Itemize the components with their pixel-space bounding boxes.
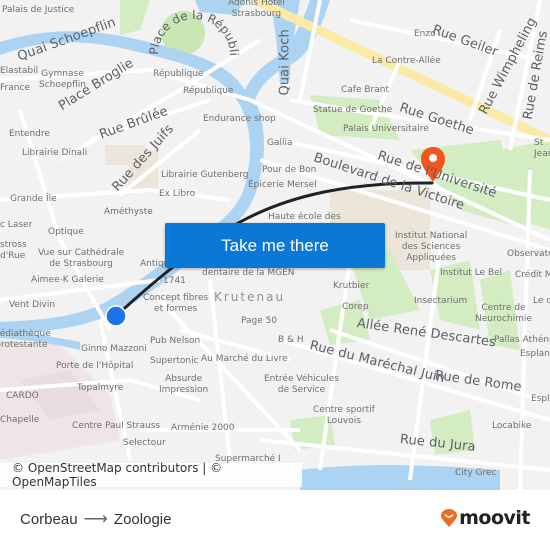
poi-label: Aimee-K Galerie — [31, 275, 104, 285]
poi-label: Gallia — [267, 138, 293, 148]
take-me-there-button[interactable]: Take me there — [165, 223, 385, 268]
poi-label: Chapelle — [0, 415, 40, 425]
poi-label: Entendre — [9, 129, 50, 139]
poi-label: Institut Le Bel — [440, 268, 503, 278]
poi-label: Centre de Neurochimie — [475, 303, 532, 324]
poi-label: Vent Divin — [9, 300, 56, 310]
poi-label: 1741 — [163, 276, 186, 286]
poi-label: c Laser — [0, 220, 33, 230]
arrow-right-icon: ⟶ — [83, 509, 108, 528]
poi-label: Corep — [342, 302, 369, 312]
poi-label: Pallas Athéné — [494, 335, 550, 345]
poi-label: Enzo — [414, 29, 436, 39]
poi-label: Améthyste — [104, 207, 153, 217]
poi-label: dentaire de la MGEN — [202, 268, 295, 278]
poi-label: B & H — [278, 335, 304, 345]
poi-label: République — [153, 69, 204, 79]
poi-label: Elastabil — [0, 66, 39, 76]
poi-label: CARDO — [6, 391, 39, 401]
poi-label: Librairie Gutenberg — [161, 170, 249, 180]
poi-label: Espla — [531, 394, 550, 404]
origin-marker — [105, 305, 127, 327]
poi-label: République — [183, 86, 234, 96]
poi-label: Haute école des — [268, 212, 341, 222]
poi-label: Krutbier — [333, 281, 370, 291]
poi-label: Centre Paul Strauss — [72, 421, 161, 431]
poi-label: Supertonic — [150, 356, 199, 366]
poi-label: stross d'Rue — [0, 240, 27, 261]
poi-label: Esplana — [520, 349, 550, 359]
poi-label: Concept fibres et formes — [143, 293, 209, 314]
poi-label: Épicerie Mersel — [248, 180, 317, 190]
poi-label: Entrée Véhicules de Service — [264, 374, 339, 395]
moovit-logo[interactable]: moovit — [441, 507, 530, 529]
poi-label: Institut National des Sciences Appliquée… — [395, 231, 468, 263]
poi-label: City Grec — [455, 468, 497, 478]
poi-label: France — [0, 83, 30, 93]
poi-label: Pub Nelson — [150, 336, 201, 346]
poi-label: Locabike — [492, 421, 532, 431]
poi-label: Porte de l'Hôpital — [56, 361, 134, 371]
street-label-place-de-la-republique: Place de la République — [140, 0, 241, 56]
map-canvas[interactable]: Quai Schoepflin Place Broglie Rue Brûlée… — [0, 0, 550, 490]
poi-label: Ginno Mazzoni — [81, 344, 147, 354]
route-summary: Corbeau ⟶ Zoologie — [20, 509, 171, 529]
poi-label: Crédit M — [515, 270, 550, 280]
poi-label: Insectarium — [414, 296, 468, 306]
poi-label: La Contre-Allée — [372, 56, 441, 66]
street-label-quai-koch: Quai Koch — [277, 29, 293, 96]
poi-label: Arménie 2000 — [171, 423, 235, 433]
poi-label: Grande Île — [10, 194, 57, 204]
map-attribution[interactable]: © OpenStreetMap contributors | © OpenMap… — [0, 461, 302, 489]
poi-label: Vue sur Cathédrale de Strasbourg — [38, 248, 125, 269]
moovit-pin-icon — [441, 509, 458, 527]
poi-label: Médiathèque protestante — [0, 329, 51, 350]
destination-stop-name: Zoologie — [113, 510, 172, 528]
poi-label: Centre sportif Louvois — [313, 405, 375, 426]
poi-label: Statue de Goethe — [313, 105, 393, 115]
district-label-krutenau: Krutenau — [214, 290, 286, 304]
poi-label: Pour de Bon — [262, 165, 317, 175]
moovit-wordmark: moovit — [459, 507, 530, 529]
poi-label: Gymnase Schoepflin — [39, 69, 86, 90]
poi-label: Librairie Dinali — [22, 148, 88, 158]
poi-label: Palais Universitaire — [343, 124, 429, 134]
poi-label: Absurde Impression — [159, 374, 209, 395]
footer-bar: Corbeau ⟶ Zoologie moovit — [0, 490, 550, 550]
poi-label: Endurance shop — [203, 114, 276, 124]
poi-label: Ex Libro — [159, 189, 196, 199]
poi-label: Topalmyre — [77, 383, 124, 393]
poi-label: Selectour — [123, 438, 166, 448]
svg-text:Place de la République: Place de la République — [140, 0, 241, 56]
poi-label: Au Marché du Livre — [201, 354, 288, 364]
poi-label: Observato — [507, 249, 550, 259]
poi-label: Cafe Brant — [341, 85, 389, 95]
poi-label: St Jean — [534, 138, 550, 159]
street-label-text: Place de la République — [140, 0, 241, 56]
origin-stop-name: Corbeau — [20, 510, 78, 528]
poi-label: Optique — [48, 227, 84, 237]
poi-label: Page 50 — [241, 316, 278, 326]
poi-label: Le c — [533, 296, 550, 306]
poi-label: Palais de Justice — [2, 5, 75, 15]
